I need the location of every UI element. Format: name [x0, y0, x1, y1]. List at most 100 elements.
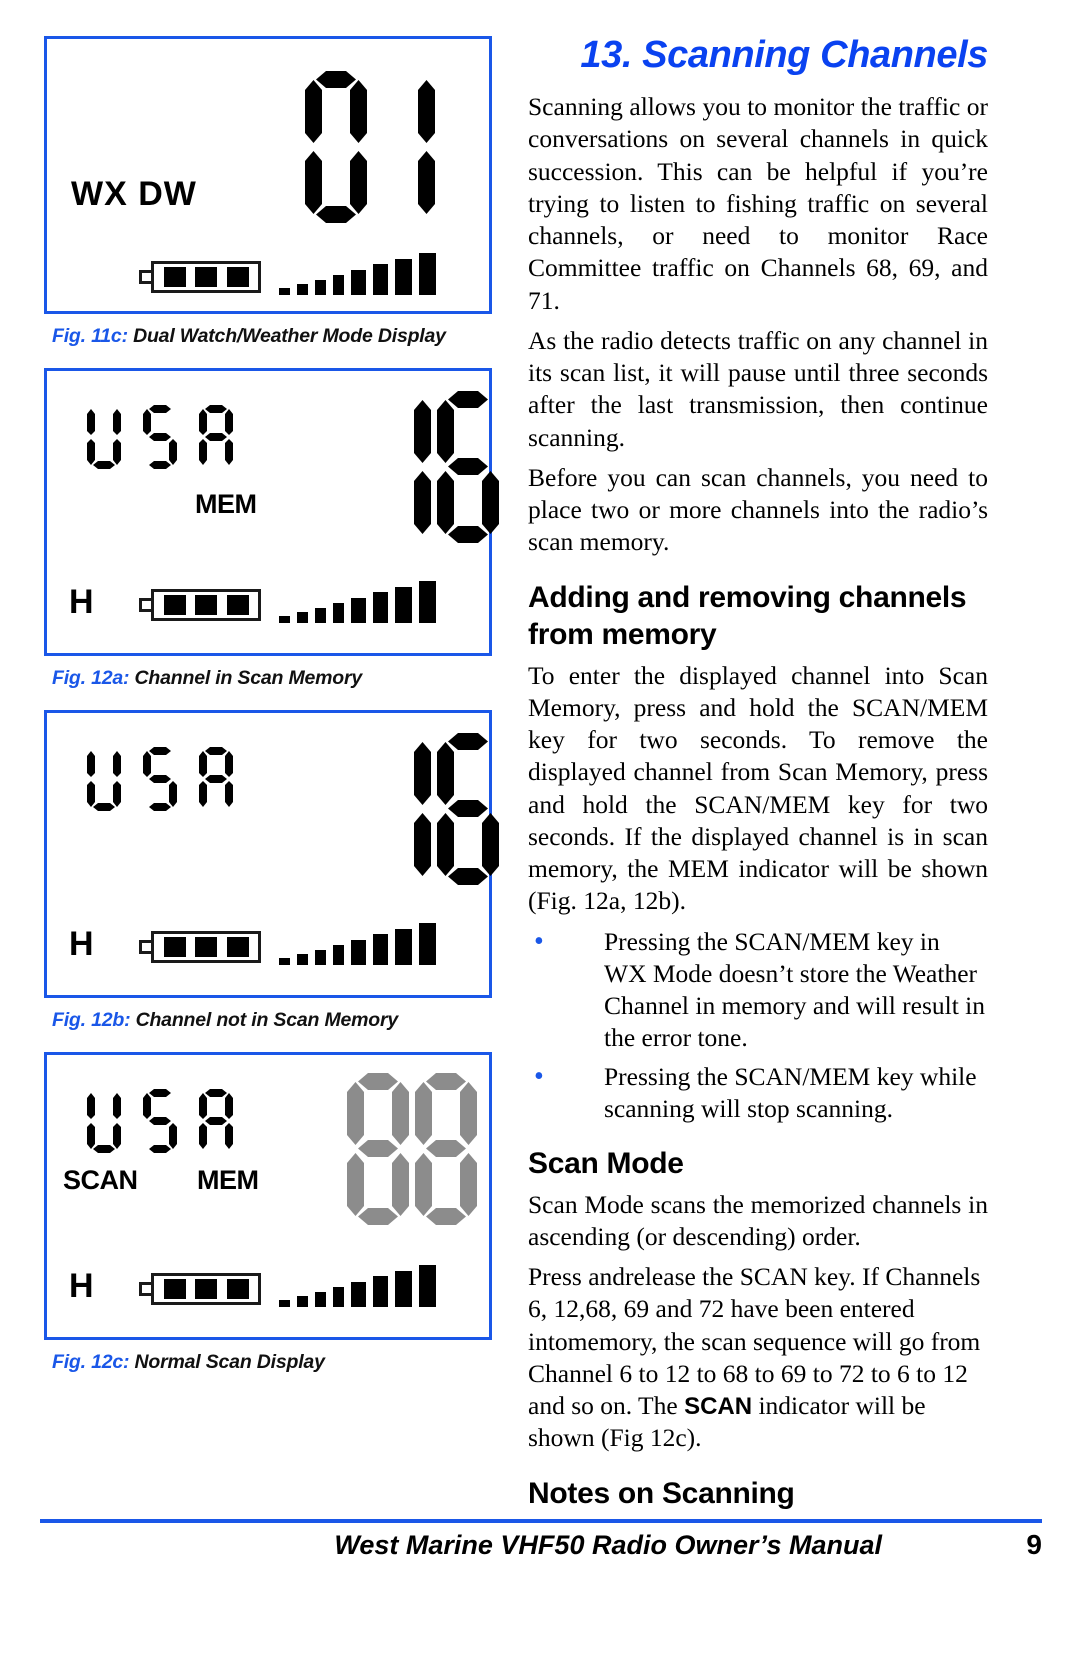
figure-caption-12a: Fig. 12a: Channel in Scan Memory: [52, 667, 492, 690]
figure-number: Fig. 12c:: [52, 1351, 130, 1373]
heading-scan-mode: Scan Mode: [528, 1147, 684, 1180]
battery-terminal: [139, 598, 151, 612]
battery-cell: [163, 1279, 186, 1299]
page-number: 9: [1026, 1529, 1042, 1560]
battery-cell: [195, 937, 217, 957]
signal-strength-bargraph: [279, 253, 436, 295]
signal-bar: [351, 940, 366, 965]
channel-number-display: [305, 71, 435, 223]
signal-bar: [315, 280, 326, 295]
signal-bar: [373, 592, 388, 623]
signal-bar: [333, 945, 344, 965]
heading-adding-removing: Adding and removing channels from memory: [528, 580, 967, 652]
signal-bar: [279, 1300, 290, 1307]
figure-12a: MEM H Fig. 12a: Channel in Scan Memory: [44, 368, 499, 690]
signal-bar: [333, 1287, 344, 1307]
battery-terminal: [139, 1282, 151, 1296]
battery-icon: [139, 589, 261, 621]
battery-body: [151, 261, 261, 293]
battery-cell: [163, 267, 186, 287]
seven-segment-digit: [369, 391, 431, 543]
signal-bar: [297, 1296, 308, 1307]
signal-bar: [297, 612, 308, 623]
seven-segment-char: [199, 1089, 233, 1153]
intro-paragraph-3: Before you can scan channels, you need t…: [528, 462, 988, 557]
signal-strength-bargraph: [279, 581, 436, 623]
seven-segment-digit: [437, 391, 499, 543]
signal-bar: [351, 270, 366, 295]
chapter-title: 13. Scanning Channels: [580, 34, 988, 76]
signal-bar: [419, 923, 436, 965]
seven-segment-char: [87, 1089, 121, 1153]
seven-segment-char: [87, 405, 121, 469]
figure-title: Normal Scan Display: [129, 1351, 325, 1373]
signal-bar: [351, 598, 366, 623]
seven-segment-char: [143, 405, 177, 469]
battery-icon: [139, 931, 261, 963]
footer-divider: [40, 1519, 1042, 1523]
seven-segment-digit: [347, 1073, 409, 1225]
channel-number-display: [369, 733, 499, 885]
signal-bar: [419, 581, 436, 623]
scan-keyword: SCAN: [684, 1393, 753, 1420]
page-footer: West Marine VHF50 Radio Owner’s Manual 9: [40, 1519, 1042, 1561]
figure-caption-11c: Fig. 11c: Dual Watch/Weather Mode Displa…: [52, 325, 492, 348]
scan-mode-paragraph-2: Press andrelease the SCAN key. If Channe…: [528, 1261, 988, 1455]
battery-terminal: [139, 940, 151, 954]
signal-bar: [333, 275, 344, 295]
signal-bar: [395, 929, 412, 965]
signal-bar: [419, 1265, 436, 1307]
figure-number: Fig. 11c:: [52, 325, 128, 347]
seven-segment-digit: [437, 733, 499, 885]
signal-bar: [333, 603, 344, 623]
battery-icon: [139, 261, 261, 293]
intro-paragraph-1: Scanning allows you to monitor the traff…: [528, 92, 988, 315]
signal-bar: [351, 1282, 366, 1307]
signal-strength-bargraph: [279, 923, 436, 965]
list-item: Pressing the SCAN/MEM key in WX Mode doe…: [528, 924, 988, 1055]
figure-12b: H Fig. 12b: Channel not in Scan Memory: [44, 710, 499, 1032]
seven-segment-char: [143, 747, 177, 811]
seven-segment-digit: [369, 733, 431, 885]
seven-segment-char: [199, 405, 233, 469]
battery-cell: [163, 937, 186, 957]
seven-segment-digit: [305, 71, 367, 223]
signal-bar: [419, 253, 436, 295]
seven-segment-char: [199, 747, 233, 811]
signal-bar: [297, 284, 308, 295]
battery-cell: [195, 267, 217, 287]
lcd-display-12c: SCAN MEM H: [44, 1052, 492, 1340]
battery-body: [151, 931, 261, 963]
signal-bar: [373, 264, 388, 295]
text-column: 13. Scanning Channels Scanning allows yo…: [528, 34, 988, 1518]
battery-cell: [226, 595, 249, 615]
battery-icon: [139, 1273, 261, 1305]
figure-number: Fig. 12b:: [52, 1009, 131, 1031]
power-level-indicator: H: [69, 1267, 94, 1305]
list-item: Pressing the SCAN/MEM key while scanning…: [528, 1059, 988, 1126]
heading-notes-on-scanning: Notes on Scanning: [528, 1476, 795, 1510]
mem-indicator: MEM: [197, 1165, 259, 1195]
battery-cell: [226, 937, 249, 957]
signal-bar: [315, 950, 326, 965]
battery-terminal: [139, 270, 151, 284]
battery-cell: [163, 595, 186, 615]
scan-mode-paragraph-1: Scan Mode scans the memorized channels i…: [528, 1189, 988, 1251]
signal-strength-bargraph: [279, 1265, 436, 1307]
signal-bar: [315, 608, 326, 623]
mode-indicator-usa: [87, 1089, 233, 1153]
seven-segment-char: [143, 1089, 177, 1153]
signal-bar: [315, 1292, 326, 1307]
footer-title: West Marine VHF50 Radio Owner’s Manual: [334, 1530, 883, 1560]
signal-bar: [395, 587, 412, 623]
figure-number: Fig. 12a:: [52, 667, 130, 689]
wx-dw-indicator: WX DW: [71, 175, 197, 213]
figures-column: WX DW Fig. 11c: Dual Watch/Weather Mode …: [44, 36, 499, 1394]
mode-indicator-usa: [87, 747, 233, 811]
signal-bar: [373, 934, 388, 965]
power-level-indicator: H: [69, 925, 94, 963]
figure-11c: WX DW Fig. 11c: Dual Watch/Weather Mode …: [44, 36, 492, 348]
scan-indicator: SCAN: [63, 1165, 138, 1195]
signal-bar: [373, 1276, 388, 1307]
adding-bullet-list: Pressing the SCAN/MEM key in WX Mode doe…: [528, 924, 988, 1126]
